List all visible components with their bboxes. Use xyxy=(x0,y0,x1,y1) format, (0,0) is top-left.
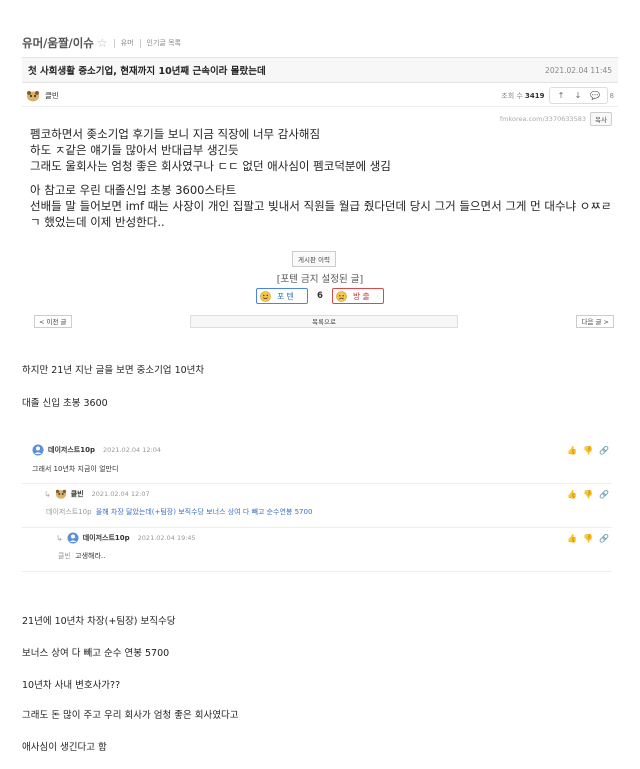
banish-button[interactable]: 방출 xyxy=(332,288,384,304)
vote-row: 포텐 6 방출 xyxy=(22,288,618,304)
divider xyxy=(139,38,141,48)
comment-reply: ↳ 클빈 2021.02.04 12:07 👍 👎 🔗 데이저스트10p 올해 … xyxy=(22,486,612,528)
post-url[interactable]: fmkorea.com/3370633583 xyxy=(500,115,586,123)
post-panel: 유머/움짤/이슈 ☆ 유머 인기글 목록 첫 사회생활 중소기업, 현재까지 1… xyxy=(22,25,618,328)
body-line: 아 참고로 우린 대졸신입 초봉 3600스타트 xyxy=(30,183,237,197)
crumb-humor[interactable]: 유머 xyxy=(121,38,134,48)
author-avatar-icon xyxy=(27,90,39,101)
body-line: 하도 ㅈ같은 얘기들 많아서 반대급부 생긴듯 xyxy=(30,143,239,157)
comment-date: 2021.02.04 12:04 xyxy=(102,446,161,454)
comment-actions: 👍 👎 🔗 xyxy=(564,490,612,499)
like-icon[interactable]: 👍 xyxy=(564,490,580,499)
comment-text-body: 올해 차장 달았는데(+팀장) 보직수당 보너스 상여 다 빼고 순수연봉 57… xyxy=(95,508,313,516)
reply-arrow-icon: ↳ xyxy=(56,533,63,543)
body-line: ㄱ 했었는데 이제 반성한다.. xyxy=(30,215,165,229)
poten-label: 포텐 xyxy=(277,291,296,301)
comment-actions: 👍 👎 🔗 xyxy=(564,446,612,455)
commenter-name[interactable]: 데이저스트10p xyxy=(48,445,95,455)
body-line: 그래도 울회사는 엄청 좋은 회사였구나 ㄷㄷ 없던 애사심이 펨코덕분에 생김 xyxy=(30,159,391,173)
link-icon[interactable]: 🔗 xyxy=(596,534,612,543)
happy-face-icon xyxy=(260,290,271,302)
angry-face-icon xyxy=(336,290,347,302)
back-to-list-button[interactable]: 목록으로 xyxy=(189,314,459,328)
comments-panel: 데이저스트10p 2021.02.04 12:04 👍 👎 🔗 그래서 10년차… xyxy=(22,434,618,581)
copy-url-button[interactable]: 복사 xyxy=(590,112,612,126)
banish-label: 방출 xyxy=(353,291,372,301)
star-icon[interactable]: ☆ xyxy=(97,36,108,50)
comment-count: 8 xyxy=(609,91,614,100)
comment-reply: ↳ 데이저스트10p 2021.02.04 19:45 👍 👎 🔗 클빈 고생해… xyxy=(22,530,612,572)
post-date: 2021.02.04 11:45 xyxy=(545,65,612,75)
comment-date: 2021.02.04 19:45 xyxy=(137,534,196,542)
reply-mention: 클빈 xyxy=(58,552,71,560)
url-row: fmkorea.com/3370633583 복사 xyxy=(500,112,612,126)
reply-arrow-icon: ↳ xyxy=(44,489,51,499)
link-icon[interactable]: 🔗 xyxy=(596,490,612,499)
commenter-name[interactable]: 클빈 xyxy=(71,489,84,499)
board-name[interactable]: 유머/움짤/이슈 xyxy=(22,35,94,51)
post-action-buttons: ↑ ↓ 💬 xyxy=(548,87,608,104)
board-history-button[interactable]: 게시판 이력 xyxy=(292,251,336,267)
commentary-line: 애사심이 생긴다고 함 xyxy=(22,742,107,753)
commentary-line: 대졸 신입 초봉 3600 xyxy=(22,398,108,409)
poten-button[interactable]: 포텐 xyxy=(256,288,308,304)
author-avatar-icon xyxy=(55,489,66,499)
prev-post-button[interactable]: < 이전 글 xyxy=(34,314,72,328)
poten-notice: [포텐 금지 설정된 글] xyxy=(276,274,364,285)
comment-item: 데이저스트10p 2021.02.04 12:04 👍 👎 🔗 그래서 10년차… xyxy=(22,442,612,484)
post-body: 펨코하면서 좆소기업 후기들 보니 지금 직장에 너무 감사해짐 하도 ㅈ같은 … xyxy=(30,126,614,230)
comment-actions: 👍 👎 🔗 xyxy=(564,534,612,543)
comment-date: 2021.02.04 12:07 xyxy=(91,490,150,498)
divider xyxy=(113,38,115,48)
like-icon[interactable]: 👍 xyxy=(564,534,580,543)
dislike-icon[interactable]: 👎 xyxy=(580,446,596,455)
view-count: 조회 수 3419 xyxy=(501,91,545,100)
body-line: 선배들 말 들어보면 imf 때는 사장이 개인 집팔고 빚내서 직원들 월급 … xyxy=(30,199,612,213)
dislike-icon[interactable]: 👎 xyxy=(580,490,596,499)
commentary-line: 하지만 21년 지난 글을 보면 중소기업 10년차 xyxy=(22,365,205,376)
commenter-name[interactable]: 데이저스트10p xyxy=(83,533,130,543)
link-icon[interactable]: 🔗 xyxy=(596,446,612,455)
reply-mention: 데이저스트10p xyxy=(46,508,92,516)
vote-count: 6 xyxy=(317,291,323,301)
comment-text-body: 고생해라.. xyxy=(75,552,106,560)
comment-text: 데이저스트10p 올해 차장 달았는데(+팀장) 보직수당 보너스 상여 다 빼… xyxy=(46,507,612,517)
dislike-icon[interactable]: 👎 xyxy=(580,534,596,543)
commentary-line: 21년에 10년차 차장(+팀장) 보직수당 xyxy=(22,616,176,627)
commentary-line: 보너스 상여 다 빼고 순수 연봉 5700 xyxy=(22,648,170,659)
commenter-avatar-icon xyxy=(67,532,79,544)
post-navigation: < 이전 글 목록으로 다음 글 > xyxy=(34,314,614,328)
downvote-icon[interactable]: ↓ xyxy=(570,91,587,100)
board-header: 유머/움짤/이슈 ☆ 유머 인기글 목록 xyxy=(22,33,618,53)
post-title: 첫 사회생활 중소기업, 현재까지 10년째 근속이라 몰랐는데 xyxy=(28,66,266,77)
commenter-avatar-icon xyxy=(32,444,44,456)
crumb-popular[interactable]: 인기글 목록 xyxy=(147,38,181,48)
body-line: 펨코하면서 좆소기업 후기들 보니 지금 직장에 너무 감사해짐 xyxy=(30,127,321,141)
commentary-line: 10년차 사내 변호사가?? xyxy=(22,680,121,691)
next-post-button[interactable]: 다음 글 > xyxy=(576,314,614,328)
post-title-bar: 첫 사회생활 중소기업, 현재까지 10년째 근속이라 몰랐는데 2021.02… xyxy=(22,57,618,83)
comment-icon[interactable]: 💬 xyxy=(587,91,604,100)
like-icon[interactable]: 👍 xyxy=(564,446,580,455)
upvote-icon[interactable]: ↑ xyxy=(553,91,570,100)
commentary-line: 그래도 돈 많이 주고 우리 회사가 엄청 좋은 회사였다고 xyxy=(22,710,239,721)
comment-text: 그래서 10년차 지금이 얼만디 xyxy=(32,465,119,473)
author-name[interactable]: 클빈 xyxy=(45,90,501,101)
comment-text: 클빈 고생해라.. xyxy=(58,551,612,561)
author-row: 클빈 조회 수 3419 ↑ ↓ 💬 8 xyxy=(22,85,618,107)
